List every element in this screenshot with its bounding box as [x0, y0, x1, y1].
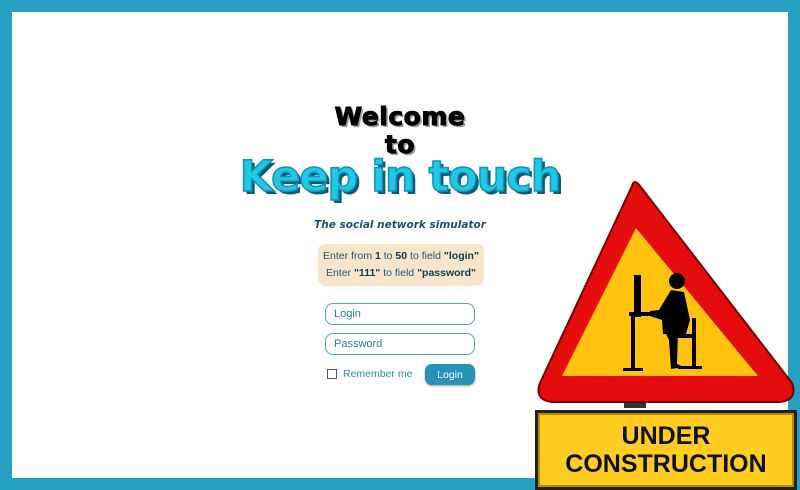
- login-button[interactable]: Login: [425, 364, 475, 385]
- remember-me-checkbox[interactable]: [327, 369, 337, 379]
- remember-me-label: Remember me: [343, 368, 413, 380]
- login-hint: Enter from 1 to 50 to field "login" Ente…: [318, 244, 484, 286]
- hint-line-1: Enter from 1 to 50 to field "login": [323, 250, 479, 262]
- sign-line-1: UNDER: [621, 422, 711, 450]
- welcome-heading: Welcome: [334, 102, 466, 132]
- remember-me-option[interactable]: Remember me: [327, 368, 412, 380]
- password-input[interactable]: [325, 333, 475, 355]
- hint-line-2: Enter "111" to field "password": [325, 267, 477, 279]
- sign-line-2: CONSTRUCTION: [565, 450, 767, 478]
- under-construction-plate: UNDER CONSTRUCTION: [535, 410, 797, 490]
- login-input[interactable]: [325, 303, 475, 325]
